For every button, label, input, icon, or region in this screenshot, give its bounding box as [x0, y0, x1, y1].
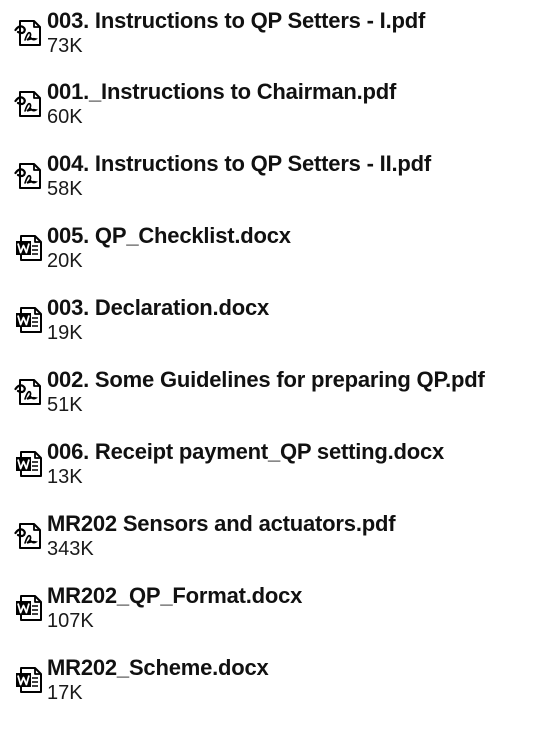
- file-size: 17K: [47, 682, 83, 704]
- file-name-link[interactable]: 004. Instructions to QP Setters - II.pdf: [47, 151, 431, 177]
- pdf-file-icon: [14, 161, 44, 191]
- pdf-file-icon: [14, 521, 44, 551]
- file-size: 51K: [47, 394, 83, 416]
- file-size: 60K: [47, 106, 83, 128]
- file-name-link[interactable]: 006. Receipt payment_QP setting.docx: [47, 439, 444, 465]
- file-size: 107K: [47, 610, 94, 632]
- file-size: 20K: [47, 250, 83, 272]
- file-item-pdf[interactable]: 004. Instructions to QP Setters - II.pdf…: [14, 151, 539, 207]
- file-name-link[interactable]: MR202 Sensors and actuators.pdf: [47, 511, 396, 537]
- pdf-file-icon: [14, 377, 44, 407]
- file-size: 73K: [47, 35, 83, 57]
- file-size: 343K: [47, 538, 94, 560]
- file-item-docx[interactable]: 003. Declaration.docx 19K: [14, 295, 539, 351]
- file-item-pdf[interactable]: 002. Some Guidelines for preparing QP.pd…: [14, 367, 539, 423]
- file-list: 003. Instructions to QP Setters - I.pdf …: [0, 0, 544, 729]
- word-file-icon: [14, 305, 44, 335]
- pdf-file-icon: [14, 89, 44, 119]
- file-name-link[interactable]: MR202_QP_Format.docx: [47, 583, 302, 609]
- file-item-docx[interactable]: 005. QP_Checklist.docx 20K: [14, 223, 539, 279]
- word-file-icon: [14, 665, 44, 695]
- file-size: 58K: [47, 178, 83, 200]
- file-name-link[interactable]: 001._Instructions to Chairman.pdf: [47, 79, 396, 105]
- pdf-file-icon: [14, 18, 44, 48]
- file-item-docx[interactable]: MR202_Scheme.docx 17K: [14, 655, 539, 711]
- file-item-docx[interactable]: MR202_QP_Format.docx 107K: [14, 583, 539, 639]
- file-size: 19K: [47, 322, 83, 344]
- file-item-pdf[interactable]: 003. Instructions to QP Setters - I.pdf …: [14, 8, 539, 64]
- file-size: 13K: [47, 466, 83, 488]
- file-item-pdf[interactable]: 001._Instructions to Chairman.pdf 60K: [14, 79, 539, 135]
- file-name-link[interactable]: 003. Declaration.docx: [47, 295, 269, 321]
- file-item-pdf[interactable]: MR202 Sensors and actuators.pdf 343K: [14, 511, 539, 567]
- file-name-link[interactable]: 003. Instructions to QP Setters - I.pdf: [47, 8, 425, 34]
- file-name-link[interactable]: 005. QP_Checklist.docx: [47, 223, 291, 249]
- file-item-docx[interactable]: 006. Receipt payment_QP setting.docx 13K: [14, 439, 539, 495]
- word-file-icon: [14, 593, 44, 623]
- word-file-icon: [14, 449, 44, 479]
- file-name-link[interactable]: 002. Some Guidelines for preparing QP.pd…: [47, 367, 485, 393]
- file-name-link[interactable]: MR202_Scheme.docx: [47, 655, 269, 681]
- word-file-icon: [14, 233, 44, 263]
